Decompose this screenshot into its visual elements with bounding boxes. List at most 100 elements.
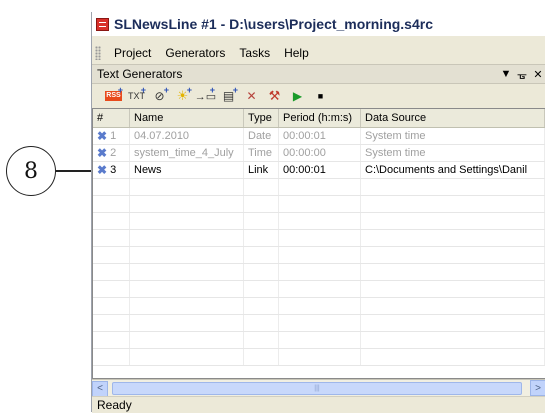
empty-cell [361,230,545,246]
menu-generators[interactable]: Generators [158,46,232,60]
empty-cell [93,196,130,212]
empty-cell [244,315,279,331]
empty-cell [93,332,130,348]
table-row[interactable]: ✖ 1 04.07.2010 Date 00:00:01 System time [93,128,545,145]
empty-cell [279,213,361,229]
empty-cell [130,349,244,365]
window-title: SLNewsLine #1 - D:\users\Project_morning… [114,16,433,32]
app-icon [96,17,109,31]
play-icon[interactable]: ▶ [286,87,309,105]
rss-add-icon[interactable]: RSS + [102,85,125,105]
link-add-icon[interactable]: →▭ + [194,85,217,105]
menu-bar: Project Generators Tasks Help [92,42,545,64]
tools-icon[interactable]: ⚒ [263,87,286,105]
scroll-right-icon[interactable]: > [530,380,545,396]
empty-cell [279,349,361,365]
column-header-data-source[interactable]: Data Source [361,109,545,127]
row-name: News [130,162,244,178]
empty-cell [361,298,545,314]
empty-cell [279,332,361,348]
empty-cell [93,298,130,314]
status-text: Ready [97,398,132,412]
empty-cell [244,230,279,246]
row-period: 00:00:01 [279,128,361,144]
empty-cell [244,213,279,229]
callout-number-badge: 8 [6,146,56,196]
empty-cell [93,281,130,297]
callout-number: 8 [24,158,38,184]
empty-cell [93,264,130,280]
empty-cell [130,281,244,297]
empty-cell [130,179,244,195]
empty-cell [244,264,279,280]
empty-cell [244,196,279,212]
empty-table-row [93,264,545,281]
empty-cell [279,179,361,195]
clock-add-icon[interactable]: ⊘ + [148,85,171,105]
generators-toolbar: RSS + TXT + ⊘ + ☀ + →▭ + ▤ + ✕ ⚒ ▶ ■ [92,84,545,108]
empty-cell [130,213,244,229]
stop-icon[interactable]: ■ [309,87,332,105]
menu-grip-icon[interactable] [95,46,101,60]
empty-cell [93,349,130,365]
empty-table-row [93,213,545,230]
column-header-number[interactable]: # [93,109,130,127]
scroll-left-icon[interactable]: < [92,380,108,397]
empty-cell [130,230,244,246]
empty-cell [130,315,244,331]
empty-cell [244,281,279,297]
empty-cell [93,213,130,229]
empty-cell [279,230,361,246]
row-number: 3 [110,164,117,176]
table-row[interactable]: ✖ 2 system_time_4_July Time 00:00:00 Syst… [93,145,545,162]
doc-add-icon[interactable]: ▤ + [217,85,240,105]
status-bar: Ready [92,396,545,413]
empty-cell [244,247,279,263]
empty-rows [93,179,545,366]
empty-cell [244,349,279,365]
panel-title: Text Generators [97,67,183,81]
menu-tasks[interactable]: Tasks [232,46,277,60]
empty-table-row [93,281,545,298]
row-source: System time [361,145,545,161]
empty-table-row [93,332,545,349]
empty-cell [279,315,361,331]
empty-cell [361,213,545,229]
empty-cell [279,281,361,297]
scroll-thumb[interactable]: ||| [112,382,522,395]
empty-cell [93,230,130,246]
column-header-type[interactable]: Type [244,109,279,127]
empty-cell [244,179,279,195]
menu-project[interactable]: Project [107,46,158,60]
empty-table-row [93,298,545,315]
empty-table-row [93,247,545,264]
delete-icon[interactable]: ✕ [240,87,263,105]
menu-help[interactable]: Help [277,46,316,60]
empty-cell [93,315,130,331]
empty-cell [130,264,244,280]
empty-cell [279,196,361,212]
panel-close-icon[interactable]: ✕ [530,68,545,81]
empty-cell [361,349,545,365]
txt-add-icon[interactable]: TXT + [125,85,148,105]
empty-table-row [93,315,545,332]
generator-x-icon: ✖ [97,146,108,160]
column-header-period[interactable]: Period (h:m:s) [279,109,361,127]
panel-dropdown-icon[interactable]: ▼ [498,68,514,80]
horizontal-scrollbar[interactable]: < ||| > [92,379,545,397]
row-period: 00:00:00 [279,145,361,161]
column-header-name[interactable]: Name [130,109,244,127]
row-type: Time [244,145,279,161]
table-row[interactable]: ✖ 3 News Link 00:00:01 C:\Documents and S… [93,162,545,179]
panel-pin-icon[interactable]: ᚗ [514,68,530,81]
row-name: 04.07.2010 [130,128,244,144]
empty-cell [93,247,130,263]
generators-table: # Name Type Period (h:m:s) Data Source ✖… [92,108,545,379]
bulb-add-icon[interactable]: ☀ + [171,85,194,105]
empty-cell [130,247,244,263]
empty-cell [279,298,361,314]
empty-cell [244,332,279,348]
empty-cell [130,196,244,212]
empty-table-row [93,230,545,247]
row-number: 2 [110,147,117,159]
